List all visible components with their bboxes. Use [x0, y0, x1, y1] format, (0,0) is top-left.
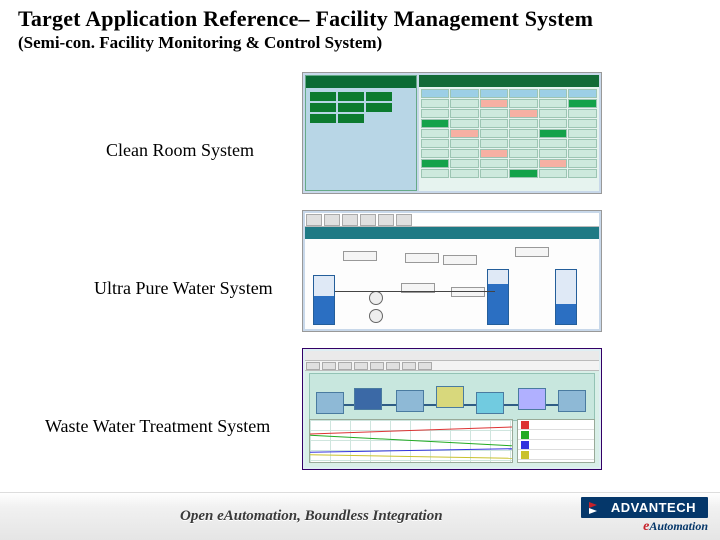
eautomation-sublogo: eAutomation: [643, 519, 708, 535]
footer-tagline: Open eAutomation, Boundless Integration: [180, 508, 443, 525]
label-wwt: Waste Water Treatment System: [45, 416, 270, 437]
thumb-clean-room: [302, 72, 602, 194]
slide-title: Target Application Reference– Facility M…: [18, 6, 710, 32]
thumb-upw: [302, 210, 602, 332]
brand-block: ADVANTECH eAutomation: [581, 497, 708, 535]
advantech-logo: ADVANTECH: [581, 497, 708, 518]
advantech-logo-icon: [589, 501, 605, 515]
label-upw: Ultra Pure Water System: [94, 278, 273, 299]
footer: Open eAutomation, Boundless Integration …: [0, 492, 720, 540]
advantech-wordmark: ADVANTECH: [611, 500, 696, 515]
slide-subtitle: (Semi-con. Facility Monitoring & Control…: [18, 33, 382, 53]
label-clean-room: Clean Room System: [106, 140, 254, 161]
thumb-wwt: [302, 348, 602, 470]
